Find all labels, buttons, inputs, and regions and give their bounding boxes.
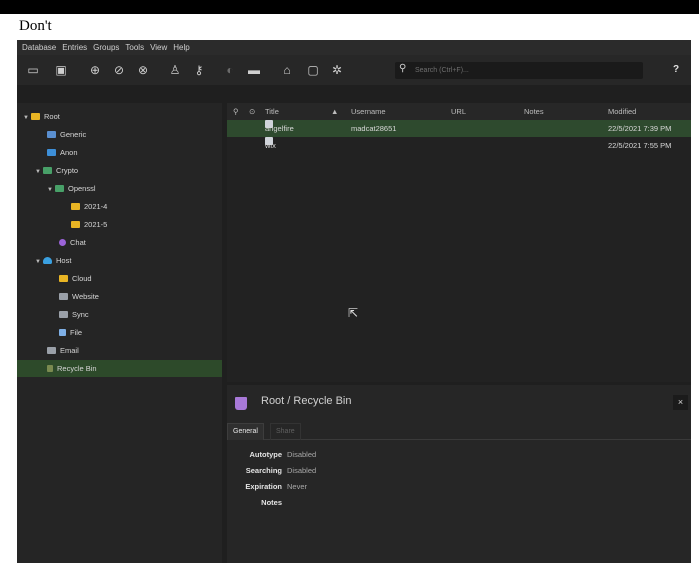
edit-entry-icon[interactable]: ⊘ — [111, 62, 127, 78]
menu-bar: Database Entries Groups Tools View Help — [17, 40, 691, 55]
top-black-bar — [0, 0, 699, 14]
tree-item-file[interactable]: File — [17, 324, 222, 341]
delete-entry-icon[interactable]: ⊗ — [135, 62, 151, 78]
copy-url-icon[interactable]: ◐ — [222, 62, 238, 78]
group-tree: ▼ Root Generic Anon ▼ Crypto ▼ Openssl 2021… — [17, 103, 222, 563]
save-database-icon[interactable]: ▣ — [53, 62, 69, 78]
folder-icon — [43, 167, 52, 174]
tree-item-chat[interactable]: Chat — [17, 234, 222, 251]
expiry-column-icon[interactable]: ⊙ — [249, 103, 255, 120]
prop-expiration: Expiration Never — [245, 482, 308, 491]
details-header: Root / Recycle Bin × — [227, 385, 691, 421]
tree-item-2021-5[interactable]: 2021-5 — [17, 216, 222, 233]
search-placeholder: Search (Ctrl+F)... — [415, 67, 469, 74]
menu-view[interactable]: View — [147, 40, 170, 55]
tree-item-email[interactable]: Email — [17, 342, 222, 359]
expand-arrow-icon[interactable]: ▼ — [47, 182, 55, 199]
details-tabs: General Share — [227, 423, 691, 440]
table-row[interactable]: wix 22/5/2021 7:55 PM — [227, 137, 691, 154]
entry-modified: 22/5/2021 7:39 PM — [608, 124, 672, 133]
file-icon — [59, 329, 66, 336]
attachment-column-icon[interactable]: ⚲ — [233, 103, 239, 120]
chat-icon — [59, 239, 66, 246]
tree-item-sync[interactable]: Sync — [17, 306, 222, 323]
copy-username-icon[interactable]: ♙ — [167, 62, 183, 78]
password-generator-icon[interactable]: ▢ — [305, 62, 321, 78]
recycle-bin-icon — [235, 397, 247, 410]
entry-list-header: ⚲ ⊙ Title ▲ Username URL Notes Modified — [227, 103, 691, 120]
prop-notes: Notes — [261, 498, 282, 507]
expand-arrow-icon[interactable]: ▼ — [35, 164, 43, 181]
tree-item-generic[interactable]: Generic — [17, 126, 222, 143]
group-details-panel: Root / Recycle Bin × General Share Autot… — [227, 385, 691, 563]
menu-tools[interactable]: Tools — [122, 40, 147, 55]
column-url[interactable]: URL — [451, 103, 466, 120]
tree-item-host[interactable]: ▼ Host — [17, 252, 222, 269]
lock-database-icon[interactable]: ⌂ — [279, 62, 295, 78]
help-button[interactable]: ? — [670, 62, 682, 78]
settings-icon[interactable]: ✲ — [329, 62, 345, 78]
column-modified[interactable]: Modified — [608, 103, 636, 120]
autotype-icon[interactable]: ▬ — [246, 62, 262, 78]
tree-item-openssl[interactable]: ▼ Openssl — [17, 180, 222, 197]
search-field[interactable]: ⚲ Search (Ctrl+F)... — [395, 62, 643, 79]
details-path: Root / Recycle Bin — [261, 395, 352, 407]
tab-general[interactable]: General — [227, 423, 264, 440]
sync-icon — [59, 311, 68, 318]
website-icon — [59, 293, 68, 300]
tree-item-root[interactable]: ▼ Root — [17, 108, 222, 125]
mouse-cursor-icon: ⇱ — [348, 306, 359, 320]
table-row[interactable]: angelfire madcat28651 22/5/2021 7:39 PM — [227, 120, 691, 137]
recycle-bin-icon — [47, 365, 53, 372]
menu-help[interactable]: Help — [170, 40, 192, 55]
tree-item-cloud[interactable]: Cloud — [17, 270, 222, 287]
column-notes[interactable]: Notes — [524, 103, 544, 120]
entry-modified: 22/5/2021 7:55 PM — [608, 141, 672, 150]
entry-username: madcat28651 — [351, 124, 397, 133]
menu-entries[interactable]: Entries — [59, 40, 90, 55]
cloud-icon — [43, 257, 52, 264]
entry-title: angelfire — [265, 124, 294, 133]
copy-password-icon[interactable]: ⚷ — [191, 62, 207, 78]
folder-icon — [59, 275, 68, 282]
expand-arrow-icon[interactable]: ▼ — [23, 110, 31, 127]
email-icon — [47, 347, 56, 354]
folder-icon — [71, 203, 80, 210]
tab-share[interactable]: Share — [270, 423, 301, 440]
square-icon — [47, 149, 56, 156]
entry-title: wix — [265, 141, 276, 150]
close-button[interactable]: × — [673, 395, 688, 410]
tree-item-website[interactable]: Website — [17, 288, 222, 305]
folder-icon — [55, 185, 64, 192]
folder-icon — [71, 221, 80, 228]
prop-searching: Searching Disabled — [245, 466, 317, 475]
keepassxc-window: Database Entries Groups Tools View Help ▭ ▣ ⊕… — [17, 40, 691, 563]
toolbar: ▭ ▣ ⊕ ⊘ ⊗ ♙ ⚷ ◐ ▬ ⌂ ▢ ✲ ⚲ Search (Ctrl+F… — [17, 55, 691, 85]
tree-item-crypto[interactable]: ▼ Crypto — [17, 162, 222, 179]
add-entry-icon[interactable]: ⊕ — [87, 62, 103, 78]
search-icon: ⚲ — [399, 63, 407, 74]
tree-item-anon[interactable]: Anon — [17, 144, 222, 161]
tree-item-recycle-bin[interactable]: Recycle Bin — [17, 360, 222, 377]
menu-groups[interactable]: Groups — [90, 40, 122, 55]
caption-text: Don't — [19, 18, 52, 34]
sort-ascending-icon[interactable]: ▲ — [331, 103, 338, 120]
folder-icon — [31, 113, 40, 120]
prop-autotype: Autotype Disabled — [249, 450, 317, 459]
open-database-icon[interactable]: ▭ — [25, 62, 41, 78]
column-username[interactable]: Username — [351, 103, 386, 120]
expand-arrow-icon[interactable]: ▼ — [35, 254, 43, 271]
tree-item-2021-4[interactable]: 2021-4 — [17, 198, 222, 215]
column-title[interactable]: Title — [265, 103, 279, 120]
monitor-icon — [47, 131, 56, 138]
entry-list: ⚲ ⊙ Title ▲ Username URL Notes Modified … — [227, 103, 691, 382]
menu-database[interactable]: Database — [17, 40, 59, 55]
